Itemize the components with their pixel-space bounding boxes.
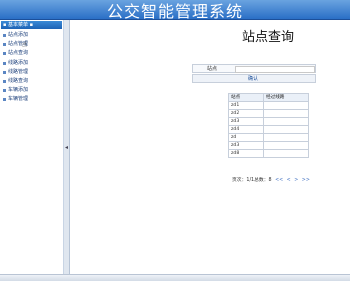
station-cell: zd3 [228, 141, 264, 150]
lines-cell [263, 109, 309, 118]
pager-status: 页次：1/1总数：8 [232, 178, 272, 183]
table-row: zd8 [228, 149, 309, 158]
next-page-link[interactable]: > [294, 178, 298, 183]
station-cell: zd3 [228, 117, 264, 126]
pagination: 页次：1/1总数：8 << < > >> [232, 176, 310, 183]
sidebar-item-manage-line[interactable]: 线路管理 [0, 68, 63, 77]
table-header-row: 站点 经过线路 [228, 93, 309, 102]
bullet-icon [3, 98, 6, 102]
station-cell: zd8 [228, 149, 264, 158]
table-row: zd3 [228, 141, 309, 150]
prev-page-link[interactable]: < [287, 178, 291, 183]
sidebar-item-manage-vehicle[interactable]: 车辆管理 [0, 95, 63, 104]
app-banner: 公交智能管理系统 [0, 0, 350, 21]
last-page-link[interactable]: >> [302, 178, 310, 183]
station-cell: zd4 [228, 125, 264, 134]
mouse-pointer-icon: ☝ [22, 40, 27, 50]
sidebar-item-label: 线路查询 [8, 77, 29, 84]
collapse-arrow-icon[interactable]: ◂ [65, 144, 68, 151]
sidebar-item-label: 线路管理 [8, 68, 29, 75]
sidebar-item-query-line[interactable]: 线路查询 [0, 77, 63, 86]
column-header: 站点 [228, 93, 264, 102]
sidebar-item-label: 车辆添加 [8, 87, 29, 94]
sidebar-menu: 站点添加 站点管理 ☝ 站点查询 线路添加 线路管理 线路查询 车辆添加 车辆管… [0, 31, 63, 105]
app-title: 公交智能管理系统 [106, 2, 243, 21]
sidebar-item-add-station[interactable]: 站点添加 [0, 31, 63, 40]
sidebar: ▪ 基本菜单 ▪ 站点添加 站点管理 ☝ 站点查询 线路添加 线路管理 线路查询 [0, 20, 64, 274]
sidebar-header: ▪ 基本菜单 ▪ [1, 21, 62, 29]
table-row: zd4 [228, 125, 309, 134]
table-row: zd [228, 133, 309, 142]
station-label: 站点 [207, 66, 218, 72]
station-cell: zd [228, 133, 264, 142]
sidebar-item-label: 车辆管理 [8, 96, 29, 103]
bullet-icon [3, 89, 6, 93]
sidebar-item-manage-station[interactable]: 站点管理 ☝ [0, 40, 63, 49]
bullet-icon [3, 61, 6, 65]
main-content: 站点查询 站点 确认 站点 经过线路 zd1 zd2 zd3 zd4 zd zd… [70, 20, 350, 274]
bullet-icon [3, 79, 6, 83]
lines-cell [263, 149, 309, 158]
bullet-icon [3, 34, 6, 37]
search-panel: 站点 确认 [192, 64, 316, 85]
lines-cell [263, 141, 309, 150]
page-title: 站点查询 [242, 30, 295, 45]
sidebar-item-add-line[interactable]: 线路添加 [0, 59, 63, 68]
table-row: zd3 [228, 117, 309, 126]
sidebar-item-label: 线路添加 [8, 59, 29, 66]
column-header: 经过线路 [263, 93, 309, 102]
lines-cell [263, 125, 309, 134]
lines-cell [263, 133, 309, 142]
first-page-link[interactable]: << [275, 178, 283, 183]
table-row: zd2 [228, 109, 309, 118]
lines-cell [263, 117, 309, 126]
station-cell: zd2 [228, 109, 264, 118]
confirm-button[interactable]: 确认 [243, 75, 263, 83]
search-row: 站点 [192, 64, 316, 73]
lines-cell [263, 101, 309, 110]
sidebar-item-add-vehicle[interactable]: 车辆添加 [0, 86, 63, 95]
bullet-icon [3, 70, 6, 74]
search-button-row: 确认 [192, 74, 316, 83]
sidebar-item-label: 站点添加 [8, 32, 29, 38]
result-table: 站点 经过线路 zd1 zd2 zd3 zd4 zd zd3 zd8 [228, 93, 309, 158]
bullet-icon [3, 52, 6, 56]
station-search-input[interactable] [235, 66, 315, 73]
table-row: zd1 [228, 101, 309, 110]
station-cell: zd1 [228, 101, 264, 110]
sidebar-item-query-station[interactable]: 站点查询 [0, 49, 63, 58]
bullet-icon [3, 43, 6, 47]
sidebar-item-label: 站点查询 [8, 50, 29, 57]
